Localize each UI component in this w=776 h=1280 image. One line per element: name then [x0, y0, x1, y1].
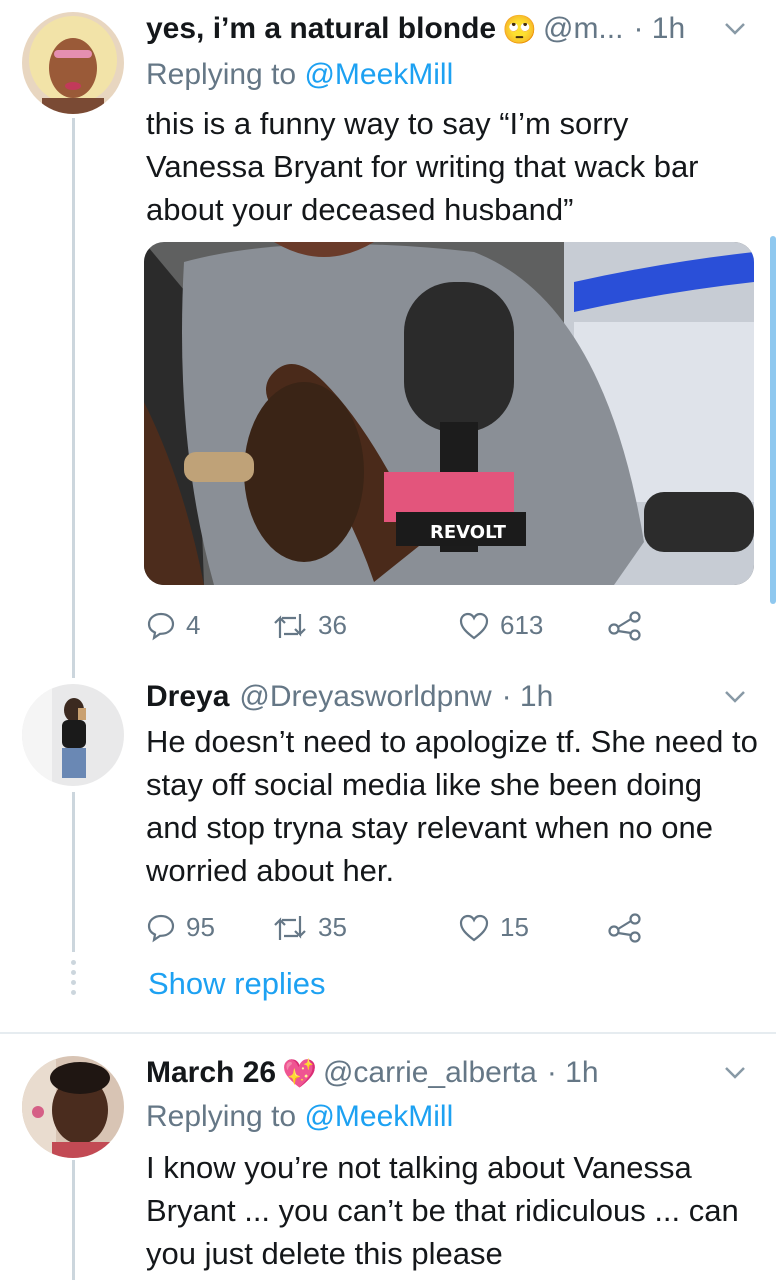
avatar[interactable] — [22, 1056, 124, 1158]
handle[interactable]: @Dreyasworldpnw — [239, 680, 491, 714]
emoji: 💖 — [282, 1057, 317, 1089]
tweet-header: March 26 💖 @carrie_alberta · 1h — [146, 1056, 599, 1090]
thread-line — [72, 118, 75, 678]
retweet-button[interactable]: 35 — [272, 912, 458, 943]
share-icon — [608, 610, 641, 641]
display-name[interactable]: Dreya — [146, 680, 229, 714]
replying-handle[interactable]: @MeekMill — [304, 58, 453, 91]
timestamp[interactable]: · 1h — [502, 680, 554, 714]
retweet-icon — [274, 915, 306, 940]
like-icon — [459, 612, 489, 639]
tweet-header: yes, i’m a natural blonde 🙄 @m... · 1h — [146, 12, 685, 46]
like-count: 15 — [500, 912, 529, 942]
like-count: 613 — [500, 610, 544, 640]
share-button[interactable] — [608, 610, 642, 641]
avatar[interactable] — [22, 684, 124, 786]
tweet-actions: 95 35 15 — [146, 912, 642, 943]
share-button[interactable] — [608, 912, 642, 943]
handle[interactable]: @m... — [543, 12, 623, 46]
thread-line — [72, 1160, 75, 1280]
thread-dots[interactable] — [70, 960, 78, 995]
replying-prefix: Replying to — [146, 1100, 305, 1133]
replying-to: Replying to @MeekMill — [146, 1100, 453, 1134]
chevron-down-icon[interactable] — [724, 22, 746, 36]
reply-count: 95 — [186, 912, 215, 942]
replying-handle[interactable]: @MeekMill — [304, 1100, 453, 1133]
divider — [0, 1032, 776, 1034]
like-icon — [459, 914, 489, 941]
timestamp[interactable]: · 1h — [547, 1056, 599, 1090]
thread-line — [72, 792, 75, 952]
replying-to: Replying to @MeekMill — [146, 58, 453, 92]
reply-icon — [147, 914, 175, 942]
timestamp[interactable]: · 1h — [633, 12, 685, 46]
retweet-button[interactable]: 36 — [272, 610, 458, 641]
display-name[interactable]: yes, i’m a natural blonde — [146, 12, 496, 46]
tweet-header: Dreya @Dreyasworldpnw · 1h — [146, 680, 553, 714]
avatar[interactable] — [22, 12, 124, 114]
share-icon — [608, 912, 641, 943]
reply-icon — [147, 612, 175, 640]
media-label: REVOLT — [430, 522, 507, 543]
replying-prefix: Replying to — [146, 58, 305, 91]
chevron-down-icon[interactable] — [724, 690, 746, 704]
show-replies-link[interactable]: Show replies — [148, 966, 325, 1002]
like-button[interactable]: 613 — [458, 610, 608, 641]
tweet-actions: 4 36 613 — [146, 610, 642, 641]
tweet-media-image[interactable]: REVOLT — [144, 242, 754, 585]
retweet-count: 35 — [318, 912, 347, 942]
like-button[interactable]: 15 — [458, 912, 608, 943]
emoji: 🙄 — [502, 13, 537, 45]
reply-button[interactable]: 4 — [146, 610, 272, 641]
tweet-text: I know you’re not talking about Vanessa … — [146, 1150, 739, 1271]
retweet-icon — [274, 613, 306, 638]
chevron-down-icon[interactable] — [724, 1066, 746, 1080]
tweet-text: He doesn’t need to apologize tf. She nee… — [146, 724, 758, 888]
handle[interactable]: @carrie_alberta — [323, 1056, 537, 1090]
retweet-count: 36 — [318, 610, 347, 640]
reply-count: 4 — [186, 610, 201, 640]
scrollbar[interactable] — [770, 236, 776, 604]
display-name[interactable]: March 26 — [146, 1056, 276, 1090]
reply-button[interactable]: 95 — [146, 912, 272, 943]
tweet-text: this is a funny way to say “I’m sorry Va… — [146, 106, 699, 227]
